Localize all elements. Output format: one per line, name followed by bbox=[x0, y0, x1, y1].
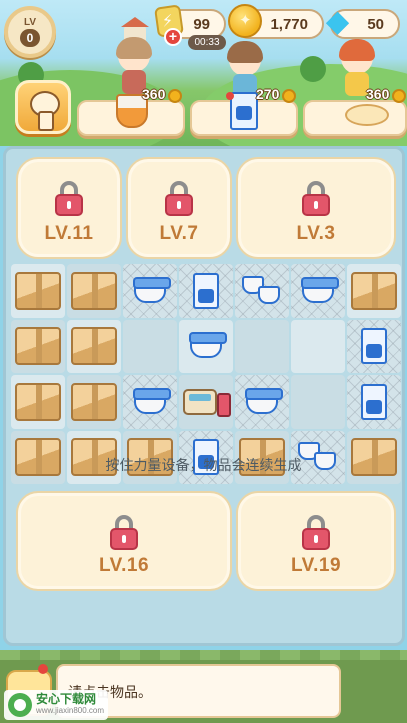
cardboard-box-icon bbox=[15, 271, 61, 310]
grid-cell-cardboard-box[interactable] bbox=[11, 375, 65, 429]
energy-timer: 00:33 bbox=[188, 35, 226, 50]
order-reward: 270 bbox=[256, 86, 280, 102]
grid-cell-cobwebbed-yogurt-cup[interactable] bbox=[291, 264, 345, 318]
coin-icon bbox=[228, 4, 262, 38]
lock-icon bbox=[302, 181, 330, 217]
cardboard-box-icon bbox=[71, 271, 117, 310]
merge-board: LV.11 LV.7 LV.3 LV.16 LV.19 bbox=[3, 146, 405, 646]
locked-area[interactable]: LV.16 bbox=[16, 491, 232, 591]
lock-icon bbox=[302, 515, 330, 551]
cardboard-box-icon bbox=[15, 382, 61, 421]
order-reward: 360 bbox=[142, 86, 166, 102]
locked-area[interactable]: LV.11 bbox=[16, 157, 122, 259]
notification-dot bbox=[38, 664, 48, 674]
level-label: LV bbox=[23, 17, 37, 28]
grid-cell-cardboard-box[interactable] bbox=[67, 375, 121, 429]
lock-icon bbox=[165, 181, 193, 217]
grid-cell-cardboard-box[interactable] bbox=[11, 319, 65, 373]
yogurt-cup-icon bbox=[133, 276, 171, 303]
cardboard-box-icon bbox=[71, 327, 117, 366]
milk-carton-icon bbox=[193, 272, 219, 309]
gem-value: 50 bbox=[367, 16, 384, 33]
watermark-title: 安心下载网 bbox=[36, 692, 97, 706]
dough-icon bbox=[345, 104, 389, 126]
grid-cell-cobwebbed-milk-carton[interactable] bbox=[347, 375, 401, 429]
grid-cell-cobwebbed-milk-carton[interactable] bbox=[179, 264, 233, 318]
grid-cell-empty-cell[interactable] bbox=[291, 319, 345, 373]
grid-cell-cardboard-box[interactable] bbox=[11, 264, 65, 318]
watermark: 安心下载网 www.jiaxin800.com bbox=[4, 690, 108, 720]
coin-icon bbox=[282, 89, 296, 103]
energy-value: 99 bbox=[193, 16, 210, 33]
cardboard-box-icon bbox=[71, 382, 117, 421]
grid-cell-empty-cell[interactable] bbox=[123, 319, 177, 373]
cardboard-box-icon bbox=[351, 271, 397, 310]
order-reward: 360 bbox=[366, 86, 390, 102]
item-grid bbox=[10, 263, 402, 485]
yogurt-pair-icon bbox=[242, 275, 282, 306]
milk-carton-icon bbox=[361, 328, 387, 365]
player-level-badge[interactable]: LV 0 bbox=[4, 6, 56, 58]
level-value: 0 bbox=[20, 29, 40, 47]
lock-icon bbox=[110, 515, 138, 551]
grid-cell-yogurt-cup-item[interactable] bbox=[179, 319, 233, 373]
unlock-level: LV.16 bbox=[98, 555, 150, 576]
milk-carton-icon bbox=[230, 92, 258, 130]
watermark-logo-icon bbox=[8, 693, 32, 717]
unlock-level: LV.3 bbox=[296, 223, 336, 244]
unlock-level: LV.7 bbox=[159, 223, 199, 244]
diamond-icon bbox=[324, 4, 352, 39]
notification-dot bbox=[226, 92, 234, 100]
yogurt-cup-icon bbox=[245, 387, 283, 414]
yogurt-cup-icon bbox=[133, 387, 171, 414]
grid-cell-cash-register-generator[interactable] bbox=[179, 375, 233, 429]
milk-carton-icon bbox=[361, 383, 387, 420]
grid-cell-empty-cell[interactable] bbox=[291, 375, 345, 429]
chef-menu-button[interactable] bbox=[15, 80, 71, 134]
locked-area[interactable]: LV.3 bbox=[236, 157, 396, 259]
grid-cell-empty-cell[interactable] bbox=[235, 319, 289, 373]
coin-value: 1,770 bbox=[270, 16, 308, 33]
coin-icon bbox=[168, 89, 182, 103]
locked-area[interactable]: LV.19 bbox=[236, 491, 396, 591]
grid-cell-cardboard-box[interactable] bbox=[67, 264, 121, 318]
unlock-level: LV.11 bbox=[44, 223, 94, 244]
add-energy-icon[interactable]: + bbox=[164, 28, 182, 46]
grid-cell-cobwebbed-yogurt-cup[interactable] bbox=[123, 375, 177, 429]
grid-cell-cobwebbed-milk-carton[interactable] bbox=[347, 319, 401, 373]
locked-area[interactable]: LV.7 bbox=[126, 157, 232, 259]
watermark-url: www.jiaxin800.com bbox=[36, 706, 105, 715]
cash-register-icon bbox=[183, 385, 231, 419]
hint-text: 按住力量设备，物品会连续生成 bbox=[105, 457, 302, 473]
grid-cell-cobwebbed-yogurt-pair[interactable] bbox=[235, 264, 289, 318]
grid-cell-cobwebbed-yogurt-cup[interactable] bbox=[235, 375, 289, 429]
grid-cell-cardboard-box[interactable] bbox=[67, 319, 121, 373]
unlock-level: LV.19 bbox=[290, 555, 342, 576]
grid-cell-cardboard-box[interactable] bbox=[347, 264, 401, 318]
grid-cell-cobwebbed-yogurt-cup[interactable] bbox=[123, 264, 177, 318]
lock-icon bbox=[55, 181, 83, 217]
cardboard-box-icon bbox=[15, 327, 61, 366]
yogurt-cup-icon bbox=[301, 276, 339, 303]
coin-icon bbox=[392, 89, 406, 103]
yogurt-cup-icon bbox=[189, 332, 227, 359]
tree bbox=[300, 56, 326, 82]
